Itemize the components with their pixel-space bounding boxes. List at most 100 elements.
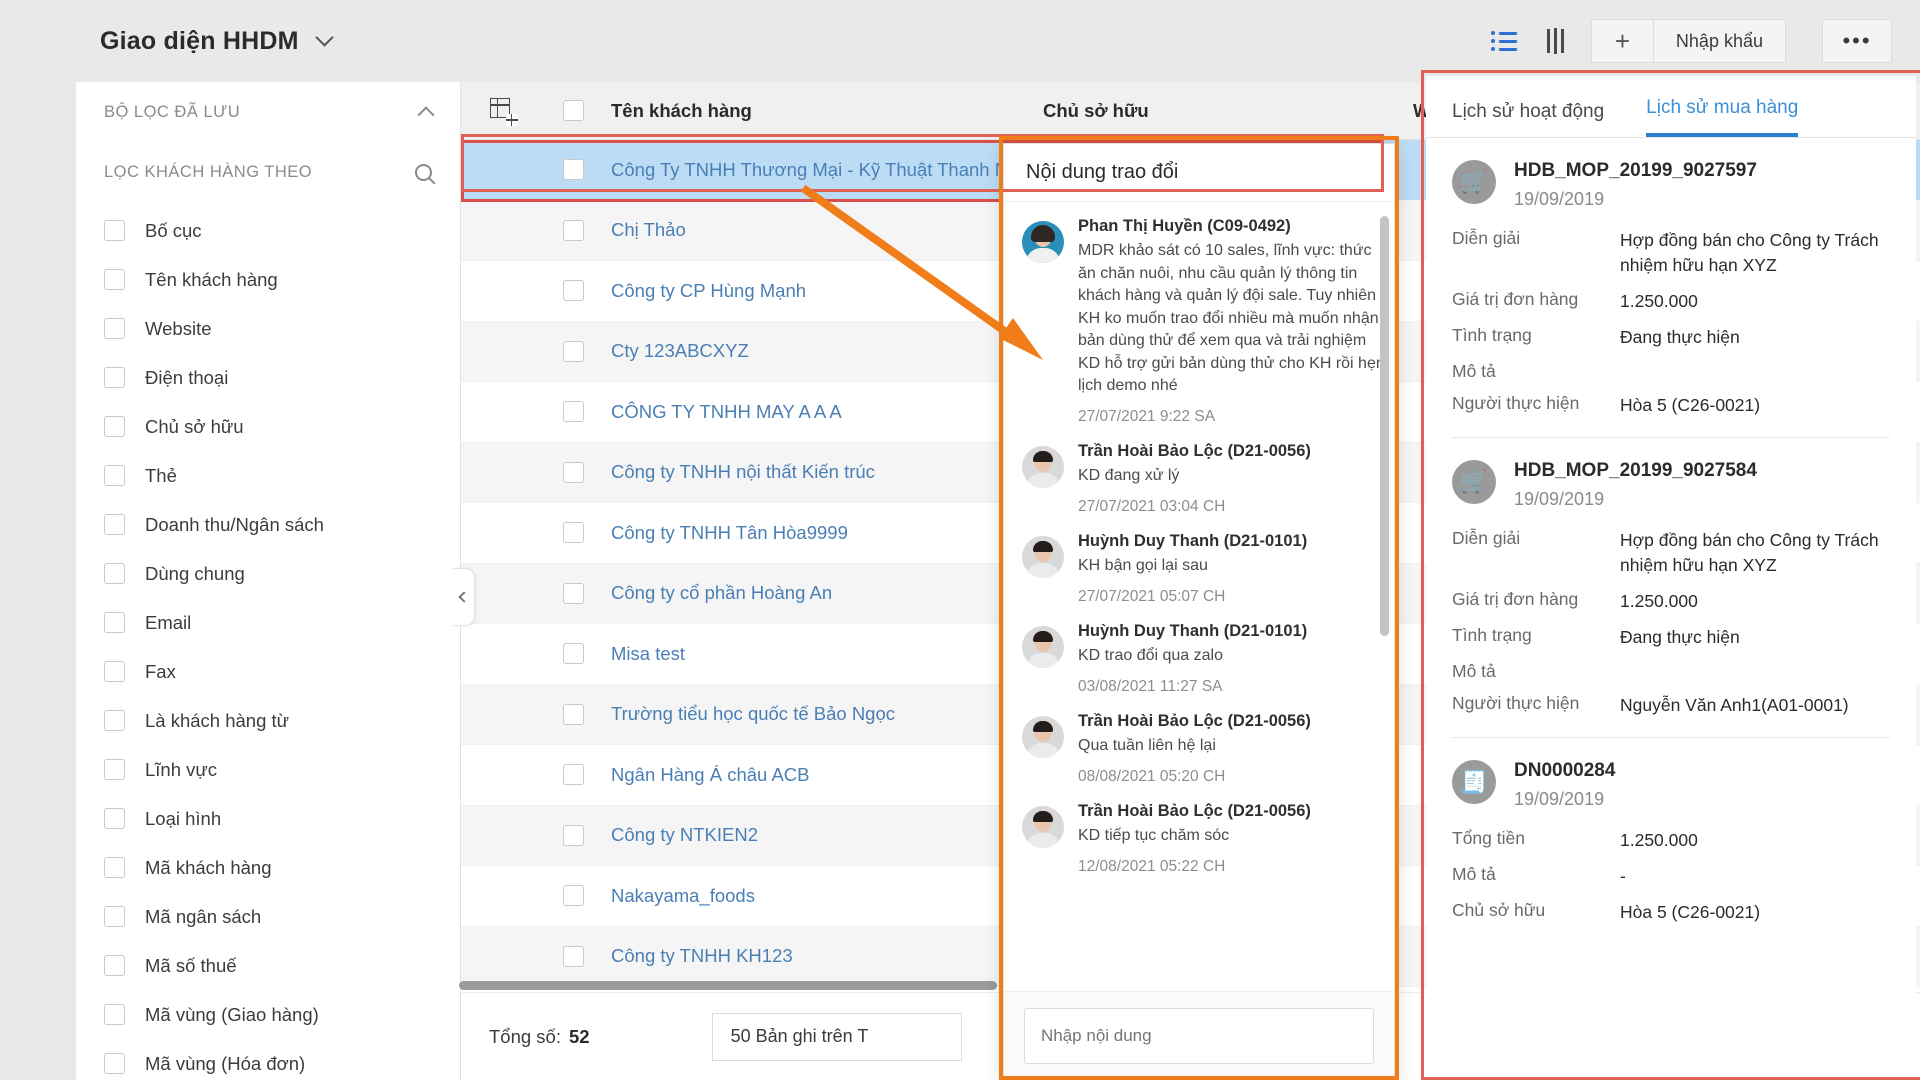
select-all-checkbox[interactable] (543, 100, 603, 121)
row-checkbox[interactable] (543, 401, 603, 422)
cell-customer-name[interactable]: Misa test (603, 643, 1043, 665)
cell-customer-name[interactable]: Công ty NTKIEN2 (603, 824, 1043, 846)
cell-customer-name[interactable]: Công ty TNHH KH123 (603, 945, 1043, 967)
row-checkbox[interactable] (543, 704, 603, 725)
cell-customer-name[interactable]: Nakayama_foods (603, 885, 1043, 907)
list-view-icon[interactable] (1487, 24, 1521, 58)
cell-customer-name[interactable]: Ngân Hàng Á châu ACB (603, 764, 1043, 786)
cell-customer-name[interactable]: Công ty cổ phần Hoàng An (603, 582, 1043, 604)
row-checkbox[interactable] (543, 341, 603, 362)
record-title[interactable]: HDB_MOP_20199_9027584 (1514, 460, 1757, 482)
table-settings-icon[interactable] (461, 98, 543, 123)
cell-customer-name[interactable]: Cty 123ABCXYZ (603, 340, 1043, 362)
filter-item-13[interactable]: Mã khách hàng (76, 843, 460, 892)
message-text: KD tiếp tục chăm sóc (1078, 825, 1386, 848)
chat-vertical-scrollbar[interactable] (1380, 216, 1389, 636)
total-label: Tổng số: (489, 1026, 561, 1048)
filter-item-6[interactable]: Doanh thu/Ngân sách (76, 500, 460, 549)
saved-filters-header[interactable]: BỘ LỌC ĐÃ LƯU (76, 82, 460, 142)
filter-item-15[interactable]: Mã số thuế (76, 941, 460, 990)
page-size-select[interactable]: 50 Bản ghi trên T (712, 1013, 962, 1061)
search-icon[interactable] (415, 164, 432, 181)
filter-item-3[interactable]: Điện thoại (76, 353, 460, 402)
cell-customer-name[interactable]: Công ty TNHH nội thất Kiến trúc (603, 461, 1043, 483)
more-actions-button[interactable]: ••• (1822, 19, 1892, 63)
filter-checkbox[interactable] (104, 416, 125, 437)
filter-item-1[interactable]: Tên khách hàng (76, 255, 460, 304)
filter-item-0[interactable]: Bố cục (76, 206, 460, 255)
filter-checkbox[interactable] (104, 269, 125, 290)
record-title[interactable]: DN0000284 (1514, 760, 1615, 782)
saved-filters-title: BỘ LỌC ĐÃ LƯU (104, 103, 240, 122)
record-title[interactable]: HDB_MOP_20199_9027597 (1514, 160, 1757, 182)
page-title: Giao diện HHDM (100, 27, 299, 55)
column-view-icon[interactable] (1539, 24, 1573, 58)
row-checkbox[interactable] (543, 643, 603, 664)
chevron-down-icon[interactable] (315, 28, 333, 46)
sidebar-collapse-button[interactable] (453, 568, 475, 626)
cell-customer-name[interactable]: Công Ty TNHH Thương Mại - Kỹ Thuật Thanh… (603, 159, 1043, 181)
filter-checkbox[interactable] (104, 318, 125, 339)
filter-checkbox[interactable] (104, 955, 125, 976)
filter-checkbox[interactable] (104, 220, 125, 241)
row-checkbox[interactable] (543, 462, 603, 483)
row-checkbox[interactable] (543, 220, 603, 241)
row-checkbox[interactable] (543, 764, 603, 785)
row-checkbox[interactable] (543, 885, 603, 906)
field-value: Đang thực hiện (1620, 325, 1740, 350)
detail-field: Giá trị đơn hàng1.250.000 (1452, 589, 1890, 614)
message-time: 08/08/2021 05:20 CH (1078, 768, 1386, 786)
field-value: Nguyễn Văn Anh1(A01-0001) (1620, 693, 1849, 718)
filter-checkbox[interactable] (104, 1004, 125, 1025)
filter-checkbox[interactable] (104, 612, 125, 633)
filter-item-7[interactable]: Dùng chung (76, 549, 460, 598)
filter-item-8[interactable]: Email (76, 598, 460, 647)
filter-checkbox[interactable] (104, 367, 125, 388)
filter-item-17[interactable]: Mã vùng (Hóa đơn) (76, 1039, 460, 1080)
row-checkbox[interactable] (543, 946, 603, 967)
chat-message: Huỳnh Duy Thanh (D21-0101)KD trao đổi qu… (1022, 622, 1386, 696)
detail-tab-0[interactable]: Lịch sử hoạt động (1452, 101, 1604, 137)
filter-item-14[interactable]: Mã ngân sách (76, 892, 460, 941)
cell-customer-name[interactable]: Công ty TNHH Tân Hòa9999 (603, 522, 1043, 544)
chat-input[interactable] (1024, 1008, 1374, 1064)
cell-customer-name[interactable]: Chị Thảo (603, 219, 1043, 241)
filter-item-label: Dùng chung (145, 563, 245, 585)
filter-checkbox[interactable] (104, 710, 125, 731)
filter-item-10[interactable]: Là khách hàng từ (76, 696, 460, 745)
filter-checkbox[interactable] (104, 857, 125, 878)
filter-item-5[interactable]: Thẻ (76, 451, 460, 500)
filter-checkbox[interactable] (104, 808, 125, 829)
filter-checkbox[interactable] (104, 1053, 125, 1074)
row-checkbox[interactable] (543, 280, 603, 301)
filter-item-12[interactable]: Loại hình (76, 794, 460, 843)
filter-checkbox[interactable] (104, 759, 125, 780)
row-checkbox[interactable] (543, 583, 603, 604)
import-button[interactable]: Nhập khẩu (1653, 19, 1786, 63)
page-title-group[interactable]: Giao diện HHDM (100, 27, 331, 56)
filter-item-9[interactable]: Fax (76, 647, 460, 696)
filter-checkbox[interactable] (104, 514, 125, 535)
grid-horizontal-scrollbar[interactable] (459, 981, 997, 990)
filter-checkbox[interactable] (104, 563, 125, 584)
cell-customer-name[interactable]: Trường tiểu học quốc tế Bảo Ngọc (603, 703, 1043, 725)
filter-item-11[interactable]: Lĩnh vực (76, 745, 460, 794)
filter-item-4[interactable]: Chủ sở hữu (76, 402, 460, 451)
detail-tab-1[interactable]: Lịch sử mua hàng (1646, 97, 1798, 137)
detail-field: Giá trị đơn hàng1.250.000 (1452, 289, 1890, 314)
filter-checkbox[interactable] (104, 465, 125, 486)
cell-customer-name[interactable]: CÔNG TY TNHH MAY A A A (603, 401, 1043, 423)
filter-checkbox[interactable] (104, 661, 125, 682)
add-button[interactable]: + (1591, 19, 1653, 63)
column-header-owner[interactable]: Chủ sở hữu (1043, 100, 1413, 122)
column-header-name[interactable]: Tên khách hàng (603, 100, 1043, 122)
filter-item-2[interactable]: Website (76, 304, 460, 353)
filter-item-16[interactable]: Mã vùng (Giao hàng) (76, 990, 460, 1039)
filter-checkbox[interactable] (104, 906, 125, 927)
row-checkbox[interactable] (543, 522, 603, 543)
cell-customer-name[interactable]: Công ty CP Hùng Mạnh (603, 280, 1043, 302)
chevron-up-icon[interactable] (418, 106, 435, 123)
row-checkbox[interactable] (543, 825, 603, 846)
message-time: 03/08/2021 11:27 SA (1078, 678, 1386, 696)
row-checkbox[interactable] (543, 159, 603, 180)
